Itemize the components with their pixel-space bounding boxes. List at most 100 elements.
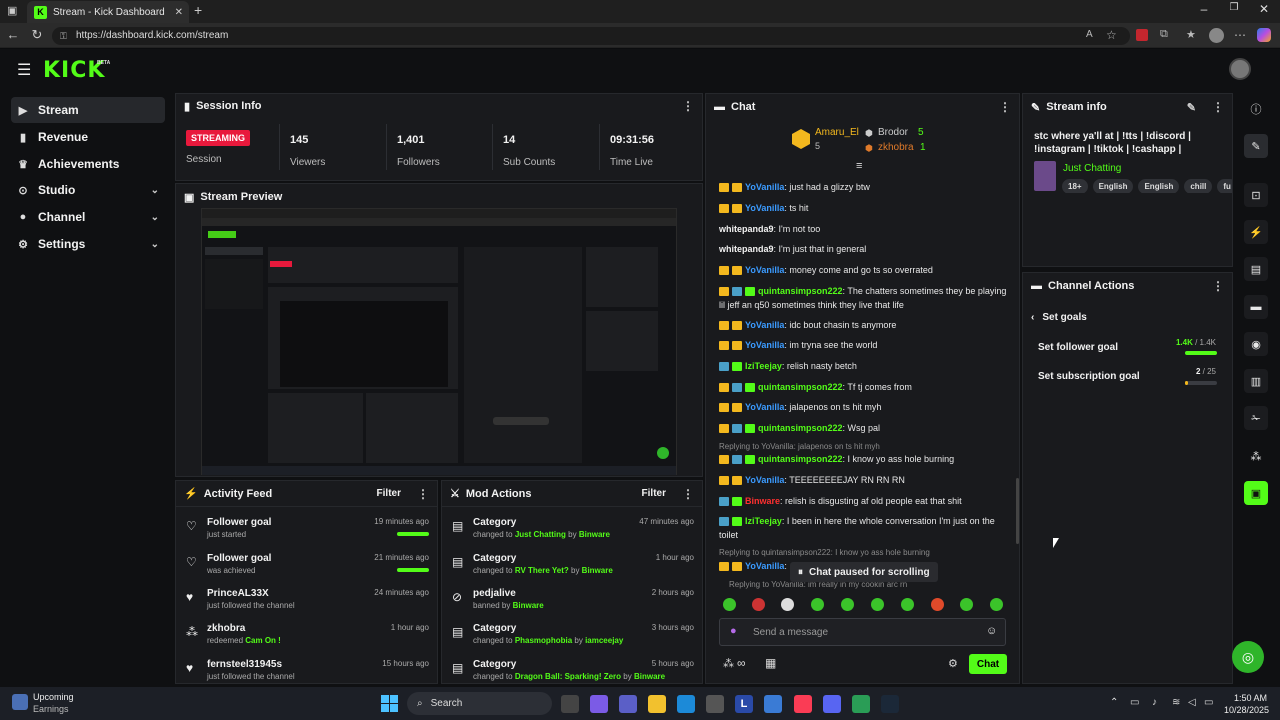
leader-name[interactable]: Brodor bbox=[878, 127, 908, 138]
stream-preview-video[interactable] bbox=[201, 208, 677, 475]
edge-icon[interactable] bbox=[677, 695, 695, 713]
profile-avatar[interactable] bbox=[1209, 28, 1224, 43]
microphone-icon[interactable]: ♪ bbox=[1152, 697, 1157, 708]
copilot-icon[interactable] bbox=[1257, 28, 1271, 42]
hamburger-menu-icon[interactable]: ☰ bbox=[17, 60, 31, 80]
category-link[interactable]: Just Chatting bbox=[1063, 163, 1121, 174]
points-icon[interactable]: ⁂ bbox=[1244, 444, 1268, 468]
sidebar-item-achievements[interactable]: ♛ Achievements bbox=[11, 151, 165, 177]
music-icon[interactable] bbox=[794, 695, 812, 713]
send-chat-button[interactable]: Chat bbox=[969, 654, 1007, 674]
site-info-icon[interactable]: ⚿ bbox=[60, 27, 67, 45]
copilot-taskbar-icon[interactable] bbox=[590, 695, 608, 713]
more-icon[interactable]: ⋯ bbox=[1234, 28, 1246, 42]
tab-actions-icon[interactable]: ▣ bbox=[7, 4, 17, 17]
emote-icon[interactable] bbox=[901, 598, 914, 611]
chat-bubble-icon[interactable]: ▬ bbox=[1244, 295, 1268, 319]
wifi-icon[interactable]: ≋ bbox=[1172, 697, 1180, 708]
windows-start-icon[interactable] bbox=[381, 695, 398, 712]
extension-icon[interactable] bbox=[1136, 29, 1148, 41]
collapse-icon[interactable]: ≡ bbox=[856, 160, 862, 172]
kebab-menu-icon[interactable]: ⋮ bbox=[417, 487, 429, 501]
emote-icon[interactable] bbox=[752, 598, 765, 611]
discord-icon[interactable] bbox=[823, 695, 841, 713]
chat-settings-gear-icon[interactable]: ⚙ bbox=[948, 657, 958, 670]
tray-chevron-icon[interactable]: ⌃ bbox=[1110, 697, 1118, 708]
filter-button[interactable]: Filter bbox=[642, 488, 666, 499]
set-follower-goal[interactable]: Set follower goal bbox=[1038, 342, 1118, 353]
task-view-icon[interactable] bbox=[561, 695, 579, 713]
emote-icon[interactable] bbox=[811, 598, 824, 611]
tab-close-icon[interactable]: ✕ bbox=[175, 7, 183, 18]
emote-icon[interactable] bbox=[960, 598, 973, 611]
edit-pencil-icon[interactable]: ✎ bbox=[1187, 101, 1196, 114]
emote-icon[interactable] bbox=[781, 598, 794, 611]
read-aloud-icon[interactable]: A bbox=[1086, 29, 1093, 40]
printer-icon[interactable]: ▥ bbox=[1244, 369, 1268, 393]
clock-time[interactable]: 1:50 AM bbox=[1234, 693, 1267, 703]
minimize-button[interactable]: – bbox=[1189, 2, 1219, 16]
gift-icon[interactable]: ▦ bbox=[765, 656, 776, 670]
sidebar-item-revenue[interactable]: ▮ Revenue bbox=[11, 124, 165, 150]
favorites-icon[interactable]: ★ bbox=[1186, 28, 1196, 41]
kebab-menu-icon[interactable]: ⋮ bbox=[999, 100, 1011, 114]
address-bar[interactable]: ⚿ https://dashboard.kick.com/stream bbox=[52, 27, 1130, 45]
kebab-menu-icon[interactable]: ⋮ bbox=[682, 487, 694, 501]
kebab-menu-icon[interactable]: ⋮ bbox=[682, 99, 694, 113]
filter-button[interactable]: Filter bbox=[377, 488, 401, 499]
info-circle-icon[interactable]: ⓘ bbox=[1244, 97, 1268, 121]
broadcast-icon[interactable]: ◉ bbox=[1244, 332, 1268, 356]
leader-name[interactable]: zkhobra bbox=[878, 142, 914, 153]
battery-icon[interactable]: ▭ bbox=[1204, 697, 1213, 708]
kick-taskbar-icon[interactable] bbox=[852, 695, 870, 713]
steam-icon[interactable] bbox=[881, 695, 899, 713]
store-icon[interactable] bbox=[706, 695, 724, 713]
clock-date[interactable]: 10/28/2025 bbox=[1224, 705, 1269, 715]
emote-icon[interactable] bbox=[871, 598, 884, 611]
sidebar-item-settings[interactable]: ⚙ Settings ⌄ bbox=[11, 231, 165, 257]
set-subscription-goal[interactable]: Set subscription goal bbox=[1038, 371, 1140, 382]
sidebar-item-stream[interactable]: ▶ Stream bbox=[11, 97, 165, 123]
favorite-star-icon[interactable]: ☆ bbox=[1106, 28, 1117, 42]
document-icon[interactable]: ▤ bbox=[1244, 257, 1268, 281]
browser-tab[interactable]: K Stream - Kick Dashboard ✕ bbox=[27, 1, 189, 23]
app-icon[interactable]: ▣ bbox=[1244, 481, 1268, 505]
file-explorer-icon[interactable] bbox=[648, 695, 666, 713]
app-icon[interactable] bbox=[764, 695, 782, 713]
emote-icon[interactable] bbox=[931, 598, 944, 611]
mic-icon[interactable]: ● bbox=[730, 625, 737, 637]
widget-title[interactable]: Upcoming bbox=[33, 692, 74, 702]
chat-scrollbar[interactable] bbox=[1016, 478, 1019, 544]
back-to-goals[interactable]: ‹ Set goals bbox=[1031, 312, 1087, 323]
wrench-icon[interactable]: ✁ bbox=[1244, 406, 1268, 430]
widgets-icon[interactable] bbox=[12, 694, 28, 710]
sidebar-item-channel[interactable]: ● Channel ⌄ bbox=[11, 204, 165, 230]
kebab-menu-icon[interactable]: ⋮ bbox=[1212, 100, 1224, 114]
new-tab-button[interactable]: + bbox=[194, 2, 202, 18]
maximize-button[interactable]: ❐ bbox=[1219, 2, 1249, 13]
points-icon[interactable]: ⁂ bbox=[723, 657, 734, 670]
edit-icon[interactable]: ✎ bbox=[1244, 134, 1268, 158]
user-avatar[interactable] bbox=[1229, 58, 1251, 80]
emote-icon[interactable] bbox=[990, 598, 1003, 611]
emote-icon[interactable] bbox=[841, 598, 854, 611]
back-icon[interactable]: ← bbox=[3, 27, 23, 42]
chat-paused-button[interactable]: ⏸ Chat paused for scrolling bbox=[790, 562, 938, 582]
sidebar-item-studio[interactable]: ⊙ Studio ⌄ bbox=[11, 177, 165, 203]
reload-icon[interactable]: ↻ bbox=[27, 27, 47, 43]
extensions-puzzle-icon[interactable]: ⧉ bbox=[1160, 28, 1168, 41]
support-chat-icon[interactable]: ◎ bbox=[1232, 641, 1264, 673]
tray-icon[interactable]: ▭ bbox=[1130, 697, 1139, 708]
app-l-icon[interactable]: L bbox=[735, 695, 753, 713]
volume-icon[interactable]: ◁ bbox=[1188, 697, 1196, 708]
kebab-menu-icon[interactable]: ⋮ bbox=[1212, 279, 1224, 293]
lightning-icon[interactable]: ⚡ bbox=[1244, 220, 1268, 244]
close-window-button[interactable]: ✕ bbox=[1249, 2, 1279, 16]
chat-input-box[interactable]: ● Send a message ☺ bbox=[719, 618, 1006, 646]
taskbar-search[interactable]: ⌕ Search bbox=[407, 692, 552, 715]
emote-icon[interactable] bbox=[723, 598, 736, 611]
emoji-icon[interactable]: ☺ bbox=[986, 625, 997, 637]
teams-icon[interactable] bbox=[619, 695, 637, 713]
leader-name[interactable]: Amaru_El bbox=[815, 127, 859, 138]
camera-icon[interactable]: ⊡ bbox=[1244, 183, 1268, 207]
